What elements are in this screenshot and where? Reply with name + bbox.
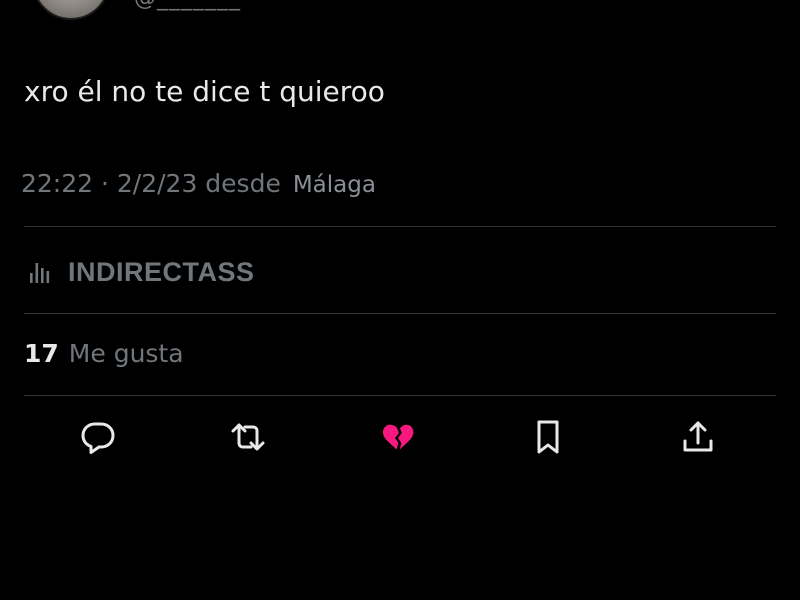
like-button[interactable]	[373, 414, 423, 464]
share-button[interactable]	[673, 414, 723, 464]
speech-bubble-icon	[78, 417, 118, 461]
tweet-meta: 22:22 · 2/2/23 desde Málaga	[21, 166, 376, 203]
bookmark-icon	[528, 417, 568, 461]
divider	[24, 313, 776, 314]
tweet-timestamp[interactable]: 22:22 · 2/2/23 desde	[21, 169, 281, 198]
likes-count: 17	[24, 339, 59, 368]
broken-heart-icon	[378, 417, 418, 461]
tweet-detail-page: @_______ xro él no te dice t quieroo 22:…	[0, 0, 800, 600]
retweet-button[interactable]	[223, 414, 273, 464]
user-handle[interactable]: @_______	[134, 0, 241, 11]
tweet-action-bar	[0, 414, 800, 464]
share-upload-icon	[678, 417, 718, 461]
bar-chart-icon	[28, 259, 54, 285]
divider	[24, 226, 776, 227]
analytics-label: INDIRECTASS	[68, 256, 255, 287]
reply-button[interactable]	[73, 414, 123, 464]
tweet-location[interactable]: Málaga	[293, 172, 376, 198]
tweet-text: xro él no te dice t quieroo	[24, 75, 385, 108]
likes-label: Me gusta	[68, 339, 184, 368]
avatar[interactable]	[32, 0, 110, 20]
bookmark-button[interactable]	[523, 414, 573, 464]
retweet-arrows-icon	[228, 417, 268, 461]
view-analytics-button[interactable]: INDIRECTASS	[28, 252, 255, 292]
divider	[24, 395, 776, 396]
likes-summary[interactable]: 17 Me gusta	[24, 336, 184, 372]
